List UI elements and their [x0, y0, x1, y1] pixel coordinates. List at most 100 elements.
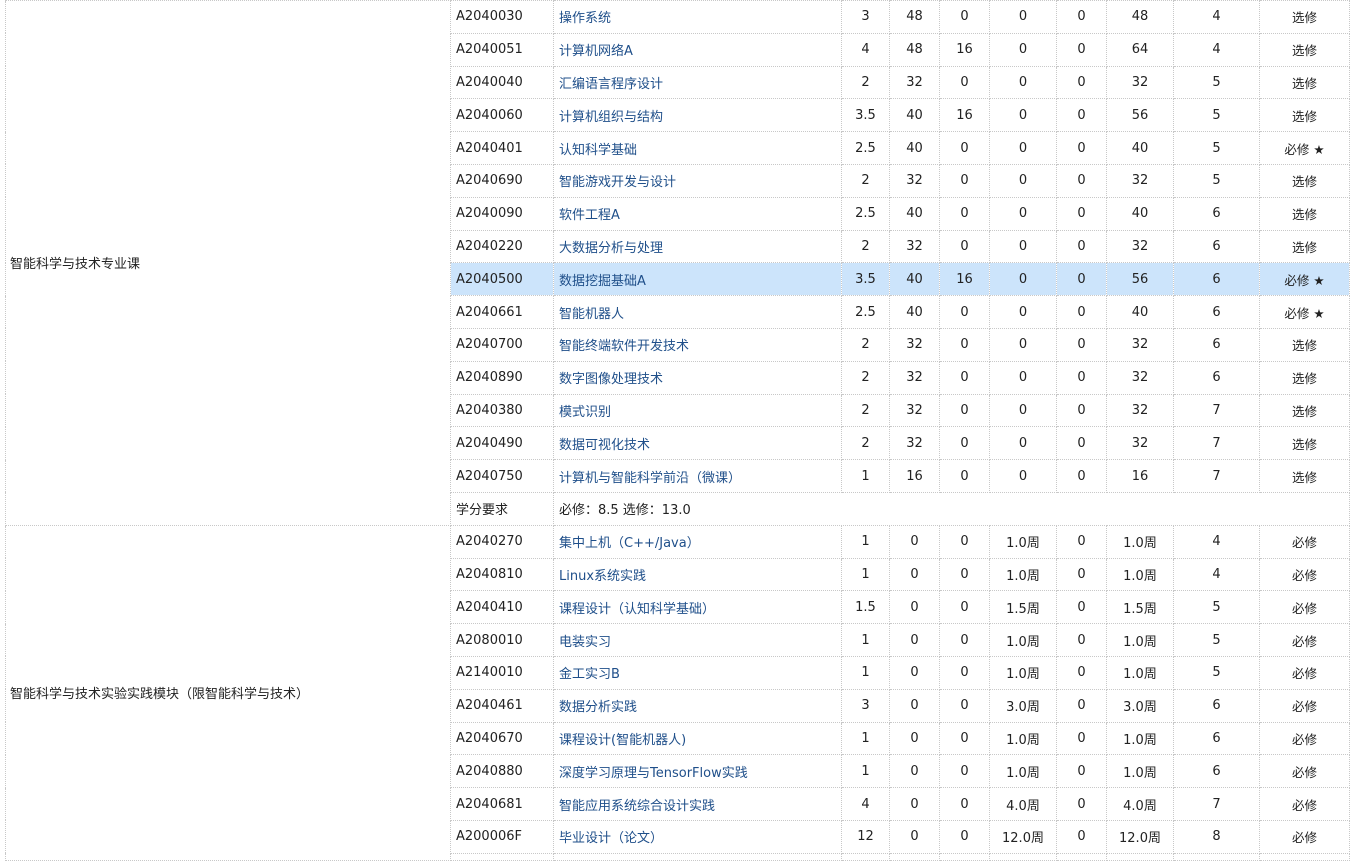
course-credits: 3: [841, 688, 890, 723]
course-lab: 0: [939, 557, 990, 592]
course-term: 6: [1173, 688, 1260, 723]
course-credits: 12: [841, 819, 890, 854]
course-lecture: 0: [889, 524, 940, 559]
course-name-link[interactable]: 集中上机（C++/Java）: [553, 524, 842, 559]
course-lab: 0: [939, 163, 990, 198]
course-lab: 0: [939, 819, 990, 854]
course-name-link[interactable]: 深度学习原理与TensorFlow实践: [553, 754, 842, 789]
course-total: 40: [1106, 196, 1174, 231]
course-total: 1.0周: [1106, 524, 1174, 559]
course-name-link[interactable]: 课程设计(智能机器人): [553, 721, 842, 756]
course-practice: 0: [989, 131, 1057, 165]
course-name-link[interactable]: 数据分析实践: [553, 688, 842, 723]
course-lab: 0: [939, 590, 990, 625]
course-type: 选修: [1259, 426, 1350, 461]
course-lab: 0: [939, 721, 990, 756]
course-name-link[interactable]: 大数据分析与处理: [553, 229, 842, 264]
course-code: A2040270: [450, 524, 554, 559]
course-term: 4: [1173, 557, 1260, 592]
course-name-link[interactable]: 软件工程A: [553, 196, 842, 231]
course-name-link[interactable]: 智能应用系统综合设计实践: [553, 787, 842, 821]
course-type: 选修: [1259, 196, 1350, 231]
course-credits: 1: [841, 623, 890, 657]
course-name-link[interactable]: Linux系统实践: [553, 557, 842, 592]
course-credits: 2.5: [841, 295, 890, 329]
course-lab: 0: [939, 655, 990, 690]
course-other: 0: [1056, 229, 1107, 264]
course-lab: 0: [939, 623, 990, 657]
course-total: 32: [1106, 163, 1174, 198]
module-name: 智能科学与技术专业课: [5, 0, 451, 526]
course-name-link[interactable]: 课程设计（认知科学基础）: [553, 590, 842, 625]
course-credits: 2: [841, 426, 890, 461]
course-credits: 2: [841, 327, 890, 362]
course-name-link[interactable]: 操作系统: [553, 0, 842, 34]
course-credits: 2: [841, 65, 890, 100]
course-lecture: 32: [889, 65, 940, 100]
course-term: 6: [1173, 327, 1260, 362]
credit-requirement-label: 学分要求: [450, 491, 554, 526]
course-other: 0: [1056, 65, 1107, 100]
course-name-link[interactable]: 模式识别: [553, 393, 842, 428]
course-practice: 1.0周: [989, 754, 1057, 789]
course-lab: 0: [939, 787, 990, 821]
course-type: 必修: [1259, 590, 1350, 625]
course-total: 64: [1106, 32, 1174, 67]
course-practice: 0: [989, 426, 1057, 461]
course-name-link[interactable]: 智能终端软件开发技术: [553, 327, 842, 362]
course-type: 必修: [1259, 557, 1350, 592]
course-credits: 1: [841, 754, 890, 789]
course-name-link[interactable]: 数据挖掘基础A: [553, 262, 842, 297]
course-other: 0: [1056, 590, 1107, 625]
course-lab: 16: [939, 32, 990, 67]
course-practice: 1.0周: [989, 557, 1057, 592]
course-lecture: 32: [889, 360, 940, 395]
course-term: 7: [1173, 459, 1260, 493]
course-name-link[interactable]: 计算机组织与结构: [553, 98, 842, 133]
course-total: 56: [1106, 262, 1174, 297]
course-type: 必修 ★: [1259, 262, 1350, 297]
course-lab: 16: [939, 98, 990, 133]
table-row[interactable]: 智能科学与技术实验实践模块（限智能科学与技术） A2040270 集中上机（C++/…: [5, 524, 1350, 861]
course-practice: 0: [989, 459, 1057, 493]
course-lecture: 48: [889, 32, 940, 67]
course-practice: 0: [989, 0, 1057, 34]
course-name-link[interactable]: 电装实习: [553, 623, 842, 657]
course-term: 6: [1173, 295, 1260, 329]
course-name-link[interactable]: 数字图像处理技术: [553, 360, 842, 395]
course-name-link[interactable]: 计算机网络A: [553, 32, 842, 67]
course-practice: 1.0周: [989, 721, 1057, 756]
course-lab: 0: [939, 65, 990, 100]
course-name-link[interactable]: 智能机器人: [553, 295, 842, 329]
course-lecture: 0: [889, 655, 940, 690]
course-practice: 1.5周: [989, 590, 1057, 625]
course-credits: 4: [841, 787, 890, 821]
course-name-link[interactable]: 智能游戏开发与设计: [553, 163, 842, 198]
course-name-link[interactable]: 计算机与智能科学前沿（微课）: [553, 459, 842, 493]
course-other: 0: [1056, 721, 1107, 756]
course-name-link[interactable]: 汇编语言程序设计: [553, 65, 842, 100]
course-other: 0: [1056, 688, 1107, 723]
course-code: A2040030: [450, 0, 554, 34]
course-term: 5: [1173, 98, 1260, 133]
course-lab: 0: [939, 327, 990, 362]
course-name-link[interactable]: 金工实习B: [553, 655, 842, 690]
course-lecture: 32: [889, 426, 940, 461]
course-lecture: 48: [889, 0, 940, 34]
course-lab: 0: [939, 196, 990, 231]
course-code: A2040670: [450, 721, 554, 756]
table-row[interactable]: 智能科学与技术专业课 A2040030 操作系统 3 48 0 0 0 48 4 选修: [5, 0, 1350, 526]
course-total: 32: [1106, 426, 1174, 461]
course-lecture: 0: [889, 721, 940, 756]
course-type: 选修: [1259, 360, 1350, 395]
course-other: 0: [1056, 754, 1107, 789]
course-name-link[interactable]: 数据可视化技术: [553, 426, 842, 461]
course-lab: 0: [939, 360, 990, 395]
course-name-link[interactable]: 认知科学基础: [553, 131, 842, 165]
table-body: 智能科学与技术专业课 A2040030 操作系统 3 48 0 0 0 48 4 选修 A204005…: [5, 0, 1350, 861]
course-term: 6: [1173, 196, 1260, 231]
course-total: 4.0周: [1106, 787, 1174, 821]
course-practice: 1.0周: [989, 623, 1057, 657]
course-lab: 0: [939, 393, 990, 428]
course-name-link[interactable]: 毕业设计（论文）: [553, 819, 842, 854]
